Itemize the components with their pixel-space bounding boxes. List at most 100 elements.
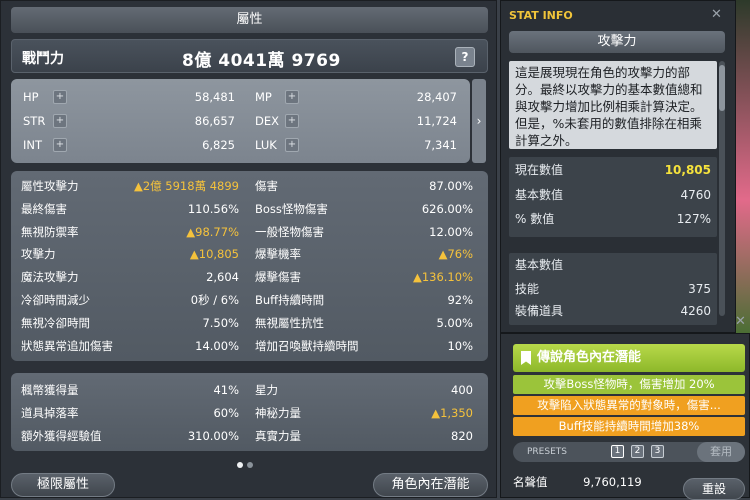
inner-ability-button[interactable]: 角色內在潛能 — [373, 473, 488, 497]
info-subtitle: 攻擊力 — [509, 31, 725, 53]
stat-label: 爆擊傷害 — [255, 270, 301, 285]
stat-label: Buff持續時間 — [255, 293, 325, 307]
stat-row: 冷卻時間減少 0秒 / 6% — [21, 291, 239, 309]
stat-row: 屬性攻擊力 ▲2億 5918萬 4899 — [21, 177, 239, 195]
stat-label: 增加召喚獸持續時間 — [255, 338, 359, 353]
stat-label: 魔法攻擊力 — [21, 270, 79, 285]
reset-button[interactable]: 重設 — [683, 478, 745, 500]
close-icon[interactable]: ✕ — [711, 7, 722, 22]
legendary-header-label: 傳說角色內在潛能 — [537, 350, 642, 365]
expand-arrow-icon[interactable]: › — [472, 79, 486, 163]
stat-value: ▲10,805 — [189, 247, 239, 262]
scrollbar[interactable] — [719, 61, 725, 316]
stat-value: 2,604 — [206, 270, 239, 285]
stat-value: 310.00% — [187, 429, 239, 443]
stat-value: 28,407 — [416, 90, 457, 104]
stat-row: 爆擊傷害 ▲136.10% — [255, 268, 473, 286]
skill-value: 375 — [688, 282, 711, 296]
stat-row: 一般怪物傷害 12.00% — [255, 223, 473, 241]
equip-row: 裝備道具 4260 — [515, 301, 711, 321]
stat-value: 58,481 — [194, 90, 235, 104]
stat-row: 無視屬性抗性 5.00% — [255, 314, 473, 332]
stat-value: 7,341 — [424, 138, 457, 152]
stat-label: INT — [23, 138, 43, 152]
help-button[interactable]: ? — [455, 47, 475, 67]
ability-line-3: Buff技能持續時間增加38% — [513, 417, 745, 436]
plus-icon[interactable]: + — [285, 138, 299, 152]
combat-power-bar: 戰鬥力 8億 4041萬 9769 ? — [11, 39, 488, 73]
apply-button[interactable]: 套用 — [697, 442, 745, 462]
stat-row: 楓幣獲得量 41% — [21, 381, 239, 399]
stat-label: 無視冷卻時間 — [21, 315, 90, 330]
scrollbar-thumb[interactable] — [719, 65, 725, 111]
base-value-label: 基本數值 — [515, 188, 564, 202]
page-indicator — [237, 453, 257, 472]
plus-icon[interactable]: + — [53, 114, 67, 128]
page-dot-active[interactable] — [237, 462, 243, 468]
stat-value: 7.50% — [202, 315, 239, 330]
stat-label: 道具掉落率 — [21, 406, 79, 420]
stat-row: 神秘力量 ▲1,350 — [255, 404, 473, 422]
plus-icon[interactable]: + — [285, 114, 299, 128]
flag-icon — [521, 351, 531, 365]
stat-label: 無視防禦率 — [21, 224, 79, 239]
stat-label: 額外獲得經驗值 — [21, 429, 102, 443]
source-section-row: 基本數值 — [515, 255, 711, 275]
stat-value: 11,724 — [416, 114, 457, 128]
stat-value: 820 — [451, 429, 473, 443]
limit-stats-button[interactable]: 極限屬性 — [11, 473, 115, 497]
plus-icon[interactable]: + — [53, 90, 67, 104]
stat-row-luk: LUK + 7,341 — [255, 136, 457, 154]
base-value: 4760 — [680, 188, 711, 202]
current-value-label: 現在數值 — [515, 163, 564, 177]
stat-row: 道具掉落率 60% — [21, 404, 239, 422]
preset-3-button[interactable]: 3 — [651, 445, 664, 458]
combat-power-value: 8億 4041萬 9769 — [182, 51, 341, 71]
percent-value-label: % 數值 — [515, 212, 555, 226]
stat-value: 60% — [213, 406, 239, 420]
window-title: 屬性 — [11, 7, 488, 33]
stat-label: 冷卻時間減少 — [21, 293, 90, 307]
page-dot[interactable] — [247, 462, 253, 468]
info-values-block: 現在數值 10,805 基本數值 4760 % 數值 127% — [509, 157, 717, 237]
skill-row: 技能 375 — [515, 279, 711, 299]
stat-label: 一般怪物傷害 — [255, 224, 324, 239]
stat-label: 爆擊機率 — [255, 247, 301, 262]
stat-row: 星力 400 — [255, 381, 473, 399]
stat-value: 14.00% — [195, 338, 239, 353]
stat-row: 真實力量 820 — [255, 427, 473, 445]
stat-label: 攻擊力 — [21, 247, 56, 262]
plus-icon[interactable]: + — [285, 90, 299, 104]
detail-stats-panel: 屬性攻擊力 ▲2億 5918萬 4899 最終傷害 110.56% 無視防禦率 ▲98.7… — [11, 171, 488, 361]
stat-label: 狀態異常追加傷害 — [21, 338, 113, 353]
stat-row: 爆擊機率 ▲76% — [255, 245, 473, 263]
stat-value: 87.00% — [429, 179, 473, 193]
stat-value: 92% — [447, 293, 473, 307]
stat-row: 無視防禦率 ▲98.77% — [21, 223, 239, 241]
stat-value: 626.00% — [421, 201, 473, 216]
equip-label: 裝備道具 — [515, 304, 564, 318]
stat-value: 41% — [213, 383, 239, 397]
plus-icon[interactable]: + — [53, 138, 67, 152]
info-window-title: STAT INFO — [509, 9, 573, 22]
fame-value: 9,760,119 — [583, 475, 642, 489]
basic-stats-panel: HP + 58,481 MP + 28,407 STR + 86,657 DEX… — [11, 79, 470, 163]
stat-value: ▲2億 5918萬 4899 — [133, 179, 239, 193]
stat-label: 星力 — [255, 383, 278, 397]
stat-label: 無視屬性抗性 — [255, 315, 324, 330]
stat-label: 楓幣獲得量 — [21, 383, 79, 397]
stat-label: 神秘力量 — [255, 406, 301, 420]
close-icon[interactable]: ✕ — [735, 314, 746, 329]
skill-label: 技能 — [515, 282, 540, 296]
stat-value: 12.00% — [429, 224, 473, 239]
stat-value: 0秒 / 6% — [190, 293, 239, 307]
inner-ability-window: ✕ 傳說角色內在潛能 攻擊Boss怪物時，傷害增加 20% 攻擊陷入狀態異常的對… — [500, 314, 750, 500]
stat-row: 傷害 87.00% — [255, 177, 473, 195]
stat-label: HP — [23, 90, 39, 104]
preset-1-button[interactable]: 1 — [611, 445, 624, 458]
preset-2-button[interactable]: 2 — [631, 445, 644, 458]
stat-label: LUK — [255, 138, 277, 152]
fame-label: 名聲值 — [513, 475, 548, 489]
stat-row: 最終傷害 110.56% — [21, 200, 239, 218]
stat-label: STR — [23, 114, 46, 128]
